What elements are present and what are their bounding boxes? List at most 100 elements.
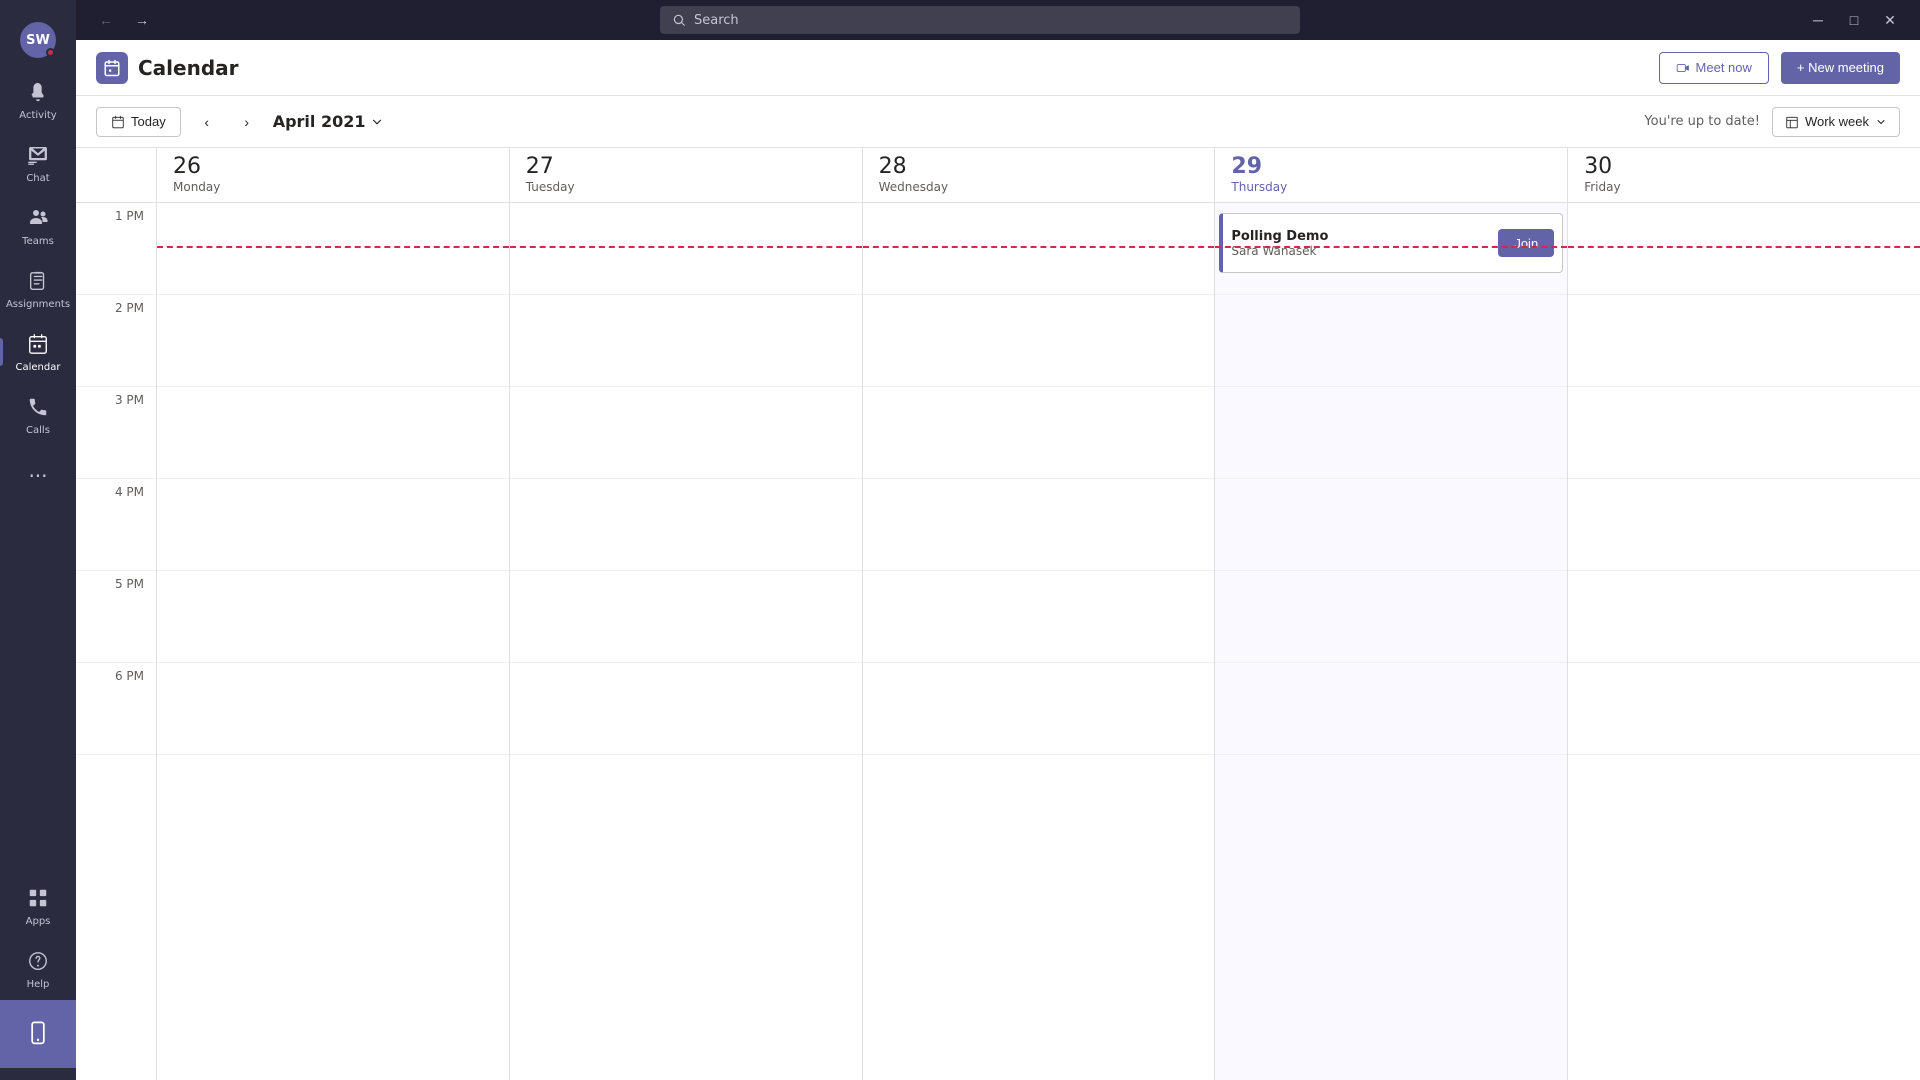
current-time-dashed (1568, 246, 1920, 248)
title-bar: ← → Search ─ □ ✕ (76, 0, 1920, 40)
calendar-header-actions: Meet now + New meeting (1659, 52, 1900, 84)
day-column-wed (862, 203, 1215, 1080)
title-bar-right: ─ □ ✕ (1804, 6, 1904, 34)
up-to-date-label: You're up to date! (1644, 114, 1760, 129)
new-meeting-button[interactable]: + New meeting (1781, 52, 1900, 84)
day-cell (1215, 387, 1567, 479)
day-cell (157, 663, 509, 755)
day-cell (863, 203, 1215, 295)
nav-forward-button[interactable]: → (128, 6, 156, 34)
calendar-toolbar: Today ‹ › April 2021 You're up to date! … (76, 96, 1920, 148)
avatar[interactable]: SW (20, 22, 56, 58)
sidebar-item-chat[interactable]: Chat (0, 131, 76, 194)
main-content: ← → Search ─ □ ✕ (76, 0, 1920, 1080)
calls-icon (24, 393, 52, 421)
close-button[interactable]: ✕ (1876, 6, 1904, 34)
search-placeholder: Search (694, 13, 739, 28)
day-cell (157, 479, 509, 571)
day-cell (863, 387, 1215, 479)
time-slot-3pm: 3 PM (76, 387, 156, 479)
day-header-thu: 29 Thursday (1214, 148, 1567, 202)
time-spacer (76, 148, 156, 202)
day-cell (1568, 479, 1920, 571)
day-cell (510, 663, 862, 755)
event-polling-demo[interactable]: Polling Demo Sara Wanasek Join (1219, 213, 1563, 273)
day-cell (157, 387, 509, 479)
mobile-icon[interactable] (0, 1000, 76, 1068)
day-cell (863, 479, 1215, 571)
sidebar-item-assignments[interactable]: Assignments (0, 257, 76, 320)
chat-icon (24, 141, 52, 169)
day-cell (1568, 295, 1920, 387)
current-time-dashed-thu (1215, 246, 1567, 248)
assignments-icon (24, 267, 52, 295)
day-column-fri (1567, 203, 1920, 1080)
day-cell (863, 295, 1215, 387)
day-cell (1215, 663, 1567, 755)
prev-week-button[interactable]: ‹ (193, 108, 221, 136)
help-icon (24, 947, 52, 975)
sidebar-item-help[interactable]: Help (0, 937, 76, 1000)
sidebar: SW Activity Chat (0, 0, 76, 1080)
day-header-wed: 28 Wednesday (862, 148, 1215, 202)
day-cell (1215, 295, 1567, 387)
day-cell (510, 479, 862, 571)
time-slot-6pm: 6 PM (76, 663, 156, 755)
time-column: 1 PM 2 PM 3 PM 4 PM 5 PM 6 PM (76, 203, 156, 1080)
sidebar-item-activity[interactable]: Activity (0, 68, 76, 131)
day-cell (510, 571, 862, 663)
view-chevron-icon (1875, 116, 1887, 128)
next-week-button[interactable]: › (233, 108, 261, 136)
event-info: Polling Demo Sara Wanasek (1231, 229, 1498, 258)
day-header-mon: 26 Monday (156, 148, 509, 202)
time-slot-2pm: 2 PM (76, 295, 156, 387)
day-cell (510, 203, 862, 295)
sidebar-top: SW (0, 0, 76, 68)
calendar-nav-icon (24, 330, 52, 358)
search-icon (672, 13, 686, 27)
day-header-tue: 27 Tuesday (509, 148, 862, 202)
day-column-thu: Polling Demo Sara Wanasek Join (1214, 203, 1567, 1080)
sidebar-more-button[interactable]: ... (0, 446, 76, 494)
sidebar-item-apps[interactable]: Apps (0, 874, 76, 937)
day-cell (510, 387, 862, 479)
calendar-app-icon (96, 52, 128, 84)
day-cell (1568, 571, 1920, 663)
sidebar-item-teams[interactable]: Teams (0, 194, 76, 257)
sidebar-item-calendar[interactable]: Calendar (0, 320, 76, 383)
day-header-fri: 30 Friday (1567, 148, 1920, 202)
meet-now-button[interactable]: Meet now (1659, 52, 1769, 84)
sidebar-bottom: Apps Help (0, 874, 76, 1080)
current-time-dashed (863, 246, 1215, 248)
sidebar-avatar-item[interactable]: SW (0, 8, 76, 68)
chevron-down-icon (370, 115, 384, 129)
join-meeting-button[interactable]: Join (1498, 229, 1554, 257)
calendar-title-area: Calendar (96, 52, 239, 84)
sidebar-item-calls[interactable]: Calls (0, 383, 76, 446)
minimize-button[interactable]: ─ (1804, 6, 1832, 34)
maximize-button[interactable]: □ (1840, 6, 1868, 34)
current-time-dashed (510, 246, 862, 248)
day-cell (510, 295, 862, 387)
day-cell (1568, 387, 1920, 479)
time-slot-1pm: 1 PM (76, 203, 156, 295)
event-title: Polling Demo (1231, 229, 1498, 244)
today-icon (111, 115, 125, 129)
month-label[interactable]: April 2021 (273, 112, 384, 131)
day-cell (1568, 203, 1920, 295)
view-selector-button[interactable]: Work week (1772, 107, 1900, 137)
calendar-container: Calendar Meet now + New meeting (76, 40, 1920, 1080)
help-label: Help (27, 979, 50, 990)
avatar-badge (46, 48, 55, 57)
day-cell (1215, 571, 1567, 663)
current-time-dashed (157, 246, 509, 248)
day-cell (863, 571, 1215, 663)
teams-icon (24, 204, 52, 232)
day-cell (157, 203, 509, 295)
day-column-tue (509, 203, 862, 1080)
apps-icon (24, 884, 52, 912)
today-button[interactable]: Today (96, 107, 181, 137)
day-cell (1568, 663, 1920, 755)
search-bar[interactable]: Search (660, 6, 1300, 34)
nav-back-button[interactable]: ← (92, 6, 120, 34)
